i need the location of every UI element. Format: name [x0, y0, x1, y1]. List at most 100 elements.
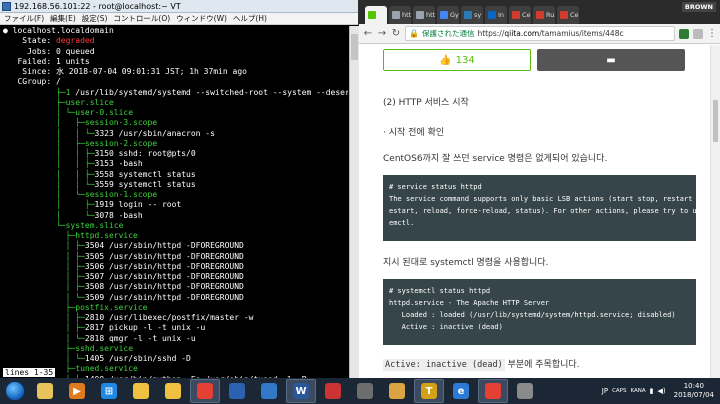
- terminal-text: /usr/lib/systemd/systemd --switched-root…: [75, 87, 348, 97]
- lock-icon: 🔒: [409, 29, 419, 38]
- profile-badge[interactable]: BROWN: [681, 2, 716, 12]
- menu-settings[interactable]: 設定(S): [82, 13, 108, 24]
- taskbar-button[interactable]: [222, 379, 252, 403]
- code-block-2[interactable]: # systemctl status httpd httpd.service -…: [383, 279, 696, 345]
- code-block-1[interactable]: # service status httpd The service comma…: [383, 175, 710, 241]
- taskbar-button[interactable]: e: [446, 379, 476, 403]
- terminal-scroll-thumb[interactable]: [351, 34, 358, 60]
- terminal-screen[interactable]: ● localhost.localdomain State: degraded …: [0, 26, 348, 378]
- terminal-line: │ ├─1919 login -- root: [3, 200, 348, 210]
- terminal-text: 3508 /usr/sbin/httpd -DFOREGROUND: [84, 282, 244, 292]
- tab-favicon-icon: [464, 11, 472, 19]
- back-icon[interactable]: ←: [363, 28, 373, 39]
- clock[interactable]: 10:40 2018/07/04: [674, 382, 714, 400]
- menu-file[interactable]: ファイル(F): [4, 13, 44, 24]
- taskbar-button[interactable]: [318, 379, 348, 403]
- terminal-text: │ ├─: [3, 282, 85, 292]
- taskbar-button[interactable]: [190, 379, 220, 403]
- taskbar-button[interactable]: [350, 379, 380, 403]
- terminal-line: CGroup: /: [3, 77, 348, 87]
- terminal-menu-bar: ファイル(F) 編集(E) 設定(S) コントロール(O) ウィンドウ(W) ヘ…: [0, 13, 358, 25]
- terminal-window: 192.168.56.101:22 - root@localhost:~ VT …: [0, 0, 359, 378]
- terminal-text: 2818 qmgr -l -t unix -u: [84, 333, 196, 343]
- address-bar[interactable]: 🔒 保護された通信 https://qiita.com/tamamius/ite…: [405, 26, 675, 41]
- network-icon[interactable]: ▮: [650, 387, 654, 395]
- browser-tab[interactable]: In: [485, 6, 507, 24]
- browser-tab[interactable]: Ru: [533, 6, 555, 24]
- browser-tab[interactable]: [365, 6, 387, 24]
- terminal-text: │ ├─: [3, 261, 85, 271]
- code-line: estart, reload, force-reload, status). F…: [389, 207, 710, 215]
- secure-label: 保護された通信: [421, 29, 475, 38]
- extension-icon[interactable]: [679, 28, 689, 39]
- page-content: 👍 134 ▬ (2) HTTP 서비스 시작 · 시작 전에 확인 CentO…: [359, 45, 710, 378]
- tab-favicon-icon: [560, 11, 568, 19]
- terminal-text: │ │ └─: [3, 179, 95, 189]
- browser-tab[interactable]: sy: [461, 6, 483, 24]
- terminal-line: ├─postfix.service: [3, 303, 348, 313]
- browser-tab[interactable]: htt: [389, 6, 411, 24]
- terminal-line: │ ├─session-2.scope: [3, 139, 348, 149]
- taskbar-button[interactable]: T: [414, 379, 444, 403]
- terminal-text: 3153 -bash: [94, 159, 143, 169]
- browser-tab[interactable]: Ce: [557, 6, 579, 24]
- taskbar-button[interactable]: [510, 379, 540, 403]
- terminal-line: ├─sshd.service: [3, 344, 348, 354]
- chrome-icon-2: [485, 383, 501, 399]
- terminal-scrollbar[interactable]: [349, 26, 359, 378]
- taskbar-button[interactable]: ⊞: [94, 379, 124, 403]
- reload-icon[interactable]: ↻: [391, 28, 401, 39]
- like-button[interactable]: 👍 134: [383, 49, 531, 71]
- terminal-line: ├─httpd.service: [3, 231, 348, 241]
- menu-control[interactable]: コントロール(O): [113, 13, 170, 24]
- taskbar-button[interactable]: ▶: [62, 379, 92, 403]
- stock-button[interactable]: ▬: [537, 49, 685, 71]
- browser-tab[interactable]: Ce: [509, 6, 531, 24]
- browser-tab[interactable]: htt: [413, 6, 435, 24]
- word-icon: W: [293, 383, 309, 399]
- tab-label: Ce: [522, 11, 531, 19]
- taskbar-button[interactable]: W: [286, 379, 316, 403]
- taskbar-button[interactable]: [478, 379, 508, 403]
- terminal-text: │ ├─: [3, 272, 85, 281]
- menu-edit[interactable]: 編集(E): [50, 13, 76, 24]
- terminal-text: 2817 pickup -l -t unix -u: [84, 323, 206, 333]
- page-scrollbar[interactable]: [710, 45, 720, 378]
- browser-tab[interactable]: Gy: [437, 6, 459, 24]
- ime-indicator[interactable]: JP: [602, 387, 608, 395]
- taskbar-button[interactable]: [382, 379, 412, 403]
- terminal-line: ├─user.slice: [3, 98, 348, 108]
- extension-icon-2[interactable]: [693, 28, 703, 39]
- like-count: 134: [455, 54, 475, 66]
- taskbar-button[interactable]: [30, 379, 60, 403]
- terminal-line: │ ├─2817 pickup -l -t unix -u: [3, 323, 348, 333]
- folder-icon: ▬: [606, 54, 616, 66]
- section-heading: (2) HTTP 서비스 시작: [383, 98, 469, 108]
- inline-code: Active: inactive (dead): [383, 359, 505, 371]
- start-button[interactable]: [0, 378, 30, 404]
- terminal-line: │ ├─3505 /usr/sbin/httpd -DFOREGROUND: [3, 252, 348, 262]
- taskbar-button[interactable]: [126, 379, 156, 403]
- terminal-line: │ └─session-1.scope: [3, 190, 348, 200]
- menu-icon[interactable]: ⋮: [707, 28, 717, 39]
- vscode-icon: [261, 383, 277, 399]
- terminal-text: │ ├─: [3, 241, 85, 251]
- terminal-line: │ ├─session-3.scope: [3, 118, 348, 128]
- file-explorer-icon: [37, 383, 53, 399]
- tab-label: sy: [474, 11, 482, 19]
- terminal-line: Since: 水 2018-07-04 09:01:31 JST; 1h 37m…: [3, 67, 348, 77]
- taskbar-button[interactable]: [254, 379, 284, 403]
- menu-help[interactable]: ヘルプ(H): [233, 13, 267, 24]
- taskbar-button[interactable]: [158, 379, 188, 403]
- terminal-title-bar[interactable]: 192.168.56.101:22 - root@localhost:~ VT: [0, 0, 358, 13]
- folder-icon: [133, 383, 149, 399]
- tab-label: Ce: [570, 11, 579, 19]
- volume-icon[interactable]: ◀): [658, 387, 666, 395]
- menu-window[interactable]: ウィンドウ(W): [176, 13, 227, 24]
- forward-icon[interactable]: →: [377, 28, 387, 39]
- terminal-line: ├─1 /usr/lib/systemd/systemd --switched-…: [3, 88, 348, 98]
- system-tray: JP CAPS KANA ▮ ◀) 10:40 2018/07/04: [602, 378, 720, 404]
- page-scroll-thumb[interactable]: [713, 100, 718, 142]
- paragraph-3: Active: inactive (dead) 부분에 주목합니다.: [383, 357, 580, 371]
- terminal-text: │ ├─: [3, 200, 95, 210]
